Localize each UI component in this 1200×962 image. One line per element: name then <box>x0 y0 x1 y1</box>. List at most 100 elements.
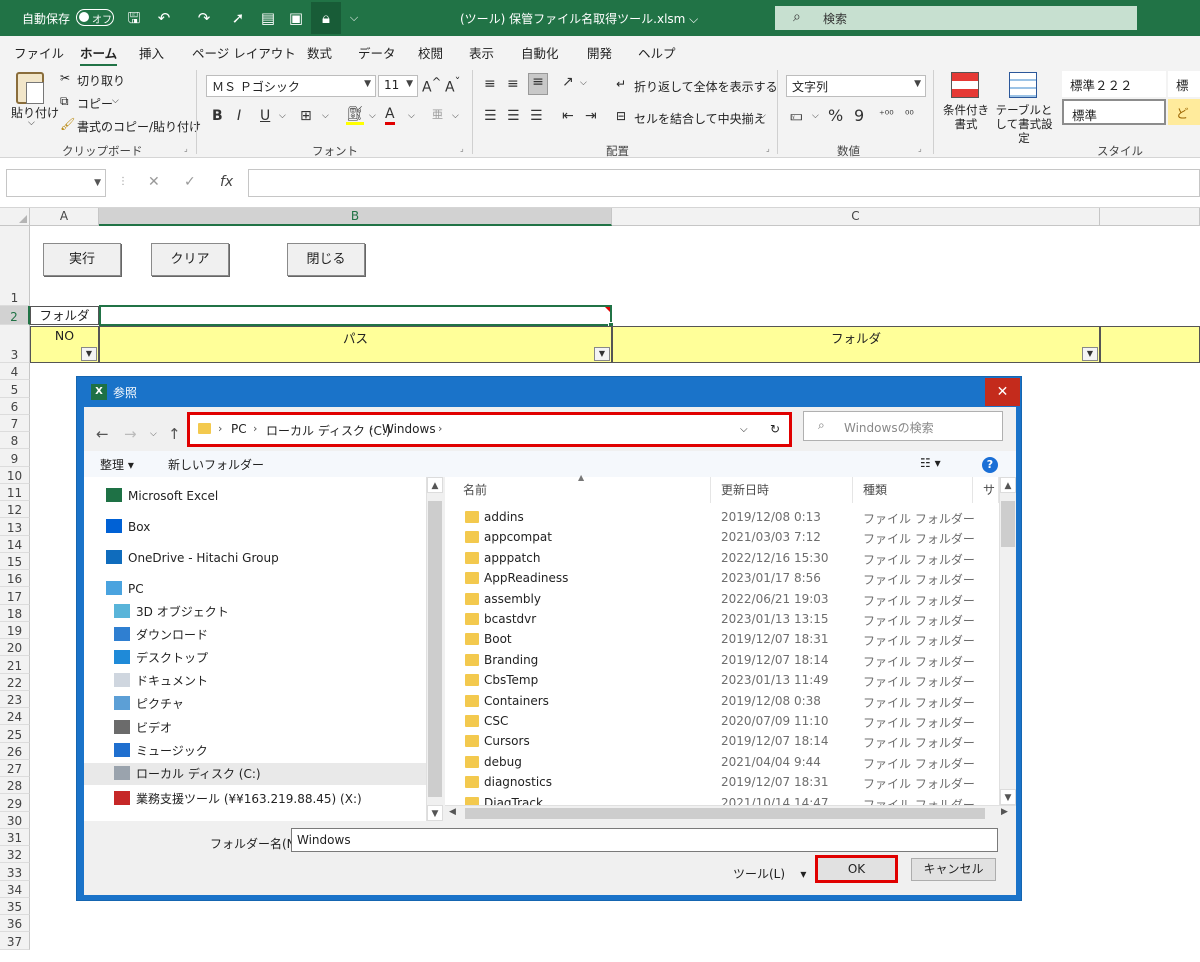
row-header[interactable]: 28 <box>0 777 30 795</box>
save-icon[interactable]: 🖫 <box>124 8 144 28</box>
copy-button[interactable]: コピー <box>77 95 113 112</box>
file-row[interactable]: AppReadiness 2023/01/17 8:56 ファイル フォルダー <box>445 568 995 588</box>
row-header[interactable]: 6 <box>0 397 30 415</box>
nav-item[interactable]: ローカル ディスク (C:) <box>84 763 426 785</box>
filter-dropdown-icon[interactable]: ▼ <box>594 347 610 361</box>
select-all-corner[interactable] <box>0 208 30 226</box>
nav-item[interactable]: Box <box>106 516 150 538</box>
italic-icon[interactable]: I <box>237 108 241 124</box>
nav-item[interactable]: 3D オブジェクト <box>114 601 229 623</box>
breadcrumb-windows[interactable]: Windows <box>382 422 436 436</box>
style-cell-normal[interactable]: 標準 <box>1062 99 1166 125</box>
copy-dropdown-icon[interactable]: ⌵ <box>112 96 119 106</box>
percent-icon[interactable]: % <box>828 106 843 125</box>
underline-dropdown-icon[interactable]: ⌵ <box>279 111 286 121</box>
merge-center-icon[interactable]: ⊟ <box>616 109 626 123</box>
redo-icon[interactable]: ↷ <box>194 8 214 28</box>
help-icon[interactable]: ? <box>982 457 998 473</box>
row-header[interactable]: 7 <box>0 414 30 432</box>
tab-automate[interactable]: 自動化 <box>521 43 559 62</box>
alignment-launcher-icon[interactable]: ⌟ <box>766 144 770 153</box>
file-name[interactable]: (ツール) 保管ファイル名取得ツール.xlsm ⌵ <box>460 10 698 27</box>
tab-file[interactable]: ファイル <box>14 43 64 62</box>
nav-item[interactable]: ピクチャ <box>114 693 184 715</box>
conditional-format-button[interactable]: 条件付き書式 <box>943 103 989 131</box>
enter-icon[interactable]: ✓ <box>184 174 196 190</box>
style-cell-normal-2[interactable]: 標準 <box>1168 71 1200 97</box>
cut-button[interactable]: 切り取り <box>77 72 125 89</box>
row-header[interactable]: 21 <box>0 656 30 674</box>
header-path[interactable]: パス ▼ <box>99 326 612 363</box>
file-row[interactable]: CbsTemp 2023/01/13 11:49 ファイル フォルダー <box>445 670 995 690</box>
row-header[interactable]: 37 <box>0 932 30 950</box>
format-as-table-button[interactable]: テーブルとして書式設定 <box>991 103 1057 145</box>
fill-color-icon[interactable]: ⛽︎ <box>346 106 364 125</box>
merge-center-button[interactable]: セルを結合して中央揃え <box>634 110 766 127</box>
column-header-c[interactable]: C <box>612 208 1100 226</box>
address-dropdown-icon[interactable]: ⌵ <box>740 424 748 435</box>
forward-arrow-icon[interactable]: → <box>124 425 137 443</box>
filter-dropdown-icon[interactable]: ▼ <box>1082 347 1098 361</box>
align-left-icon[interactable]: ☰ <box>484 108 497 124</box>
row-header[interactable]: 18 <box>0 604 30 622</box>
fill-dropdown-icon[interactable]: ⌵ <box>369 111 376 121</box>
form-icon[interactable]: ▤ <box>258 8 278 28</box>
paste-dropdown-icon[interactable]: ⌵ <box>28 118 35 128</box>
header-folder[interactable]: フォルダ ▼ <box>612 326 1100 363</box>
increase-font-icon[interactable]: A^ <box>422 75 441 96</box>
row-header[interactable]: 13 <box>0 518 30 536</box>
file-row[interactable]: apppatch 2022/12/16 15:30 ファイル フォルダー <box>445 548 995 568</box>
row-header[interactable]: 29 <box>0 794 30 812</box>
paste-button[interactable]: 貼り付け <box>11 104 59 121</box>
row-header[interactable]: 16 <box>0 570 30 588</box>
breadcrumb-pc[interactable]: PC <box>231 422 247 436</box>
nav-item[interactable]: OneDrive - Hitachi Group <box>106 547 279 569</box>
column-header-d[interactable] <box>1100 208 1200 226</box>
scroll-up-icon[interactable]: ▲ <box>1000 477 1016 493</box>
bold-icon[interactable]: B <box>212 108 223 124</box>
row-header[interactable]: 3 <box>0 325 30 363</box>
close-button[interactable]: 閉じる <box>287 243 365 276</box>
recent-dropdown-icon[interactable]: ⌵ <box>150 429 157 439</box>
refresh-icon[interactable]: ↻ <box>770 422 780 436</box>
font-size-select[interactable]: 11 ▼ <box>378 75 418 97</box>
autosave-toggle[interactable]: オフ <box>76 9 114 26</box>
cell-a2[interactable]: フォルダ <box>30 306 99 325</box>
wrap-text-icon[interactable]: ↵ <box>616 77 626 91</box>
row-header[interactable]: 15 <box>0 552 30 570</box>
border-dropdown-icon[interactable]: ⌵ <box>322 111 329 121</box>
nav-item[interactable]: Microsoft Excel <box>106 485 218 507</box>
file-row[interactable]: Containers 2019/12/08 0:38 ファイル フォルダー <box>445 691 995 711</box>
title-search-box[interactable]: ⌕ 検索 <box>775 6 1137 30</box>
tab-insert[interactable]: 挿入 <box>139 43 164 62</box>
row-header[interactable]: 20 <box>0 639 30 657</box>
row-header[interactable]: 22 <box>0 673 30 691</box>
ok-button[interactable]: OK <box>815 855 898 883</box>
row-header[interactable]: 35 <box>0 897 30 915</box>
row-header[interactable]: 36 <box>0 915 30 933</box>
row-header[interactable]: 27 <box>0 759 30 777</box>
dialog-close-button[interactable]: ✕ <box>985 378 1020 406</box>
decrease-indent-icon[interactable]: ⇤ <box>562 108 574 124</box>
decrease-decimal-icon[interactable]: ⁰⁰ <box>905 108 914 121</box>
tab-view[interactable]: 表示 <box>469 43 494 62</box>
insert-function-icon[interactable]: fx <box>220 174 233 190</box>
clear-button[interactable]: クリア <box>151 243 229 276</box>
organize-button[interactable]: 整理 ▾ <box>100 456 134 473</box>
row-header[interactable]: 26 <box>0 742 30 760</box>
row-header[interactable]: 12 <box>0 501 30 519</box>
header-no[interactable]: NO ▼ <box>30 326 99 363</box>
folder-search-input[interactable]: ⌕ Windowsの検索 <box>803 411 1003 441</box>
scroll-thumb[interactable] <box>1001 501 1015 547</box>
nav-item[interactable]: 業務支援ツール (¥¥163.219.88.45) (X:) <box>114 788 362 810</box>
phonetic-icon[interactable]: 亜 <box>432 106 443 122</box>
file-row[interactable]: appcompat 2021/03/03 7:12 ファイル フォルダー <box>445 527 995 547</box>
row-header[interactable]: 23 <box>0 690 30 708</box>
row-header[interactable]: 33 <box>0 863 30 881</box>
font-color-dropdown-icon[interactable]: ⌵ <box>408 111 415 121</box>
wrap-text-button[interactable]: 折り返して全体を表示する <box>634 78 778 95</box>
file-row[interactable]: Boot 2019/12/07 18:31 ファイル フォルダー <box>445 629 995 649</box>
nav-item[interactable]: PC <box>106 578 144 600</box>
row-header[interactable]: 24 <box>0 708 30 726</box>
orientation-dropdown-icon[interactable]: ⌵ <box>580 78 587 88</box>
